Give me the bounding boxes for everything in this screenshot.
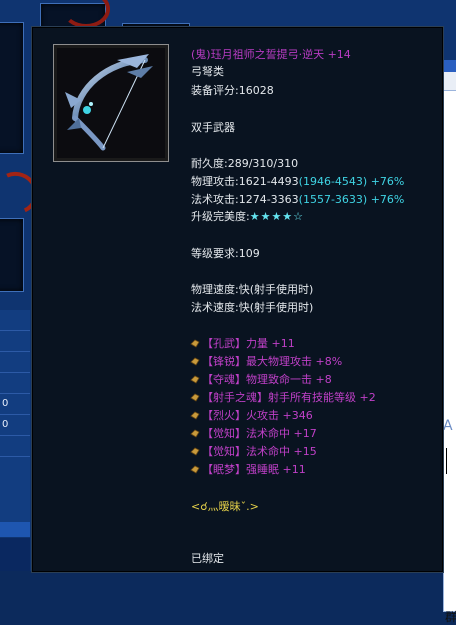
gem-attribute: 【孔武】力量 +11 xyxy=(190,337,295,351)
background-bar xyxy=(0,522,30,537)
gem-attribute: 【夺魂】物理致命一击 +8 xyxy=(190,373,332,387)
gem-attribute: 【烈火】火攻击 +346 xyxy=(190,409,313,423)
gem-attribute-text: 【孔武】力量 +11 xyxy=(202,337,295,350)
background-item-slot[interactable] xyxy=(0,22,24,154)
background-list: 0 0 xyxy=(0,310,30,530)
level-requirement: 等级要求:109 xyxy=(191,247,260,260)
right-window-bottom-glyph: 群 xyxy=(445,610,456,624)
physical-speed: 物理速度:快(射手使用时) xyxy=(191,283,314,296)
gem-icon xyxy=(190,357,200,366)
gem-attribute: 【眠梦】强睡眠 +11 xyxy=(190,463,306,477)
physical-attack-base: 物理攻击:1621-4493 xyxy=(191,175,299,188)
gem-attribute-text: 【觉知】法术命中 +15 xyxy=(202,445,317,458)
gem-attribute: 【锋锐】最大物理攻击 +8% xyxy=(190,355,342,369)
equipment-score-value: 16028 xyxy=(238,84,274,97)
magic-speed: 法术速度:快(射手使用时) xyxy=(191,301,314,314)
gem-icon xyxy=(190,447,200,456)
upgrade-perfection: 升级完美度:★★★★☆ xyxy=(191,210,304,224)
list-item[interactable]: 0 xyxy=(0,394,30,415)
item-tooltip: (鬼)珏月祖师之誓提弓·逆天 +14 弓弩类 装备评分:16028 双手武器 耐… xyxy=(31,26,444,573)
gem-attribute-text: 【夺魂】物理致命一击 +8 xyxy=(202,373,332,386)
list-item[interactable] xyxy=(0,310,30,331)
equipment-score-label: 装备评分: xyxy=(191,84,239,97)
list-item[interactable] xyxy=(0,331,30,352)
item-icon-frame xyxy=(53,44,169,162)
background-item-slot[interactable] xyxy=(0,218,24,292)
equipment-score: 装备评分:16028 xyxy=(191,84,274,98)
list-item[interactable]: 0 xyxy=(0,415,30,436)
text-caret xyxy=(446,448,447,474)
bound-status: 已绑定 xyxy=(191,552,224,565)
durability: 耐久度:289/310/310 xyxy=(191,157,299,170)
right-window-textarea[interactable] xyxy=(443,90,456,612)
upgrade-perfection-label: 升级完美度: xyxy=(191,210,250,223)
right-window-glyph: A xyxy=(443,418,453,434)
gem-attribute: 【觉知】法术命中 +17 xyxy=(190,427,317,441)
gem-attribute: 【觉知】法术命中 +15 xyxy=(190,445,317,459)
item-type: 弓弩类 xyxy=(191,65,224,78)
gem-icon xyxy=(190,375,200,384)
list-item[interactable] xyxy=(0,436,30,457)
gem-icon xyxy=(190,429,200,438)
item-hand-type: 双手武器 xyxy=(191,121,235,134)
item-title: (鬼)珏月祖师之誓提弓·逆天 +14 xyxy=(191,48,351,61)
physical-attack-bonus: (1946-4543) +76% xyxy=(298,175,405,188)
gem-attribute: 【射手之魂】射手所有技能等级 +2 xyxy=(190,391,376,405)
crafter-signature: <☌灬暧昧ˇ.> xyxy=(191,500,259,513)
gem-icon xyxy=(190,339,200,348)
list-item[interactable] xyxy=(0,352,30,373)
list-item[interactable] xyxy=(0,373,30,394)
gem-attribute-text: 【烈火】火攻击 +346 xyxy=(202,409,313,422)
magic-attack: 法术攻击:1274-3363(1557-3633) +76% xyxy=(191,193,404,207)
gem-icon xyxy=(190,411,200,420)
gem-attribute-text: 【觉知】法术命中 +17 xyxy=(202,427,317,440)
upgrade-stars-icon: ★★★★☆ xyxy=(249,210,305,223)
magic-attack-bonus: (1557-3633) +76% xyxy=(298,193,405,206)
gem-attribute-text: 【射手之魂】射手所有技能等级 +2 xyxy=(202,391,376,404)
magic-attack-base: 法术攻击:1274-3363 xyxy=(191,193,299,206)
gem-attribute-text: 【眠梦】强睡眠 +11 xyxy=(202,463,306,476)
gem-attribute-text: 【锋锐】最大物理攻击 +8% xyxy=(202,355,343,368)
bow-icon xyxy=(57,48,165,158)
gem-icon xyxy=(190,393,200,402)
background-bar xyxy=(0,538,30,571)
physical-attack: 物理攻击:1621-4493(1946-4543) +76% xyxy=(191,175,404,189)
gem-icon xyxy=(190,465,200,474)
